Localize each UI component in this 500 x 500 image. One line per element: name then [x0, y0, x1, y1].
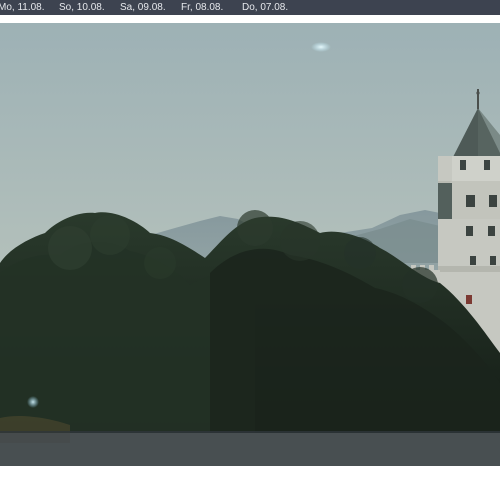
date-navigation-bar: Mo, 11.08. So, 10.08. Sa, 09.08. Fr, 08.… [0, 0, 500, 15]
date-tab-mo-11-08[interactable]: Mo, 11.08. [0, 0, 59, 15]
page-footer-area [0, 466, 500, 500]
date-tab-do-07-08[interactable]: Do, 07.08. [242, 0, 303, 15]
player-control-bar[interactable] [0, 431, 500, 466]
webcam-image[interactable] [0, 23, 500, 466]
lens-flare [311, 42, 331, 52]
spacer [0, 15, 500, 23]
date-tab-fr-08-08[interactable]: Fr, 08.08. [181, 0, 242, 15]
date-tab-so-10-08[interactable]: So, 10.08. [59, 0, 120, 15]
webcam-scene [0, 23, 500, 466]
date-tab-sa-09-08[interactable]: Sa, 09.08. [120, 0, 181, 15]
